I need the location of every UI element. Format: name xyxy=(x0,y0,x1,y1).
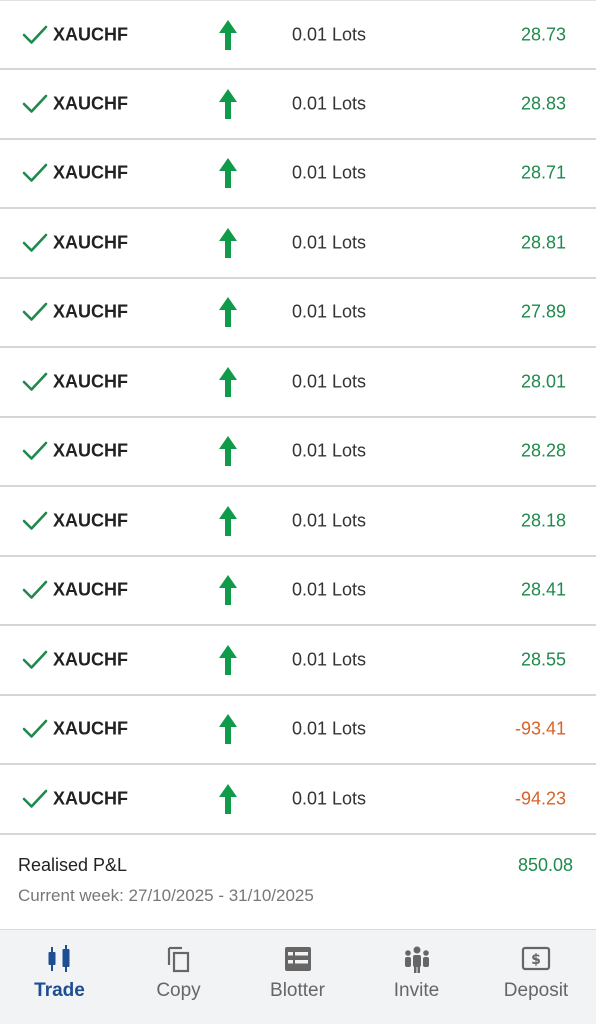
deposit-icon: $ xyxy=(521,946,551,971)
position-pnl: 28.18 xyxy=(520,510,566,531)
position-lots: 0.01 Lots xyxy=(292,162,367,183)
position-row[interactable]: XAUCHF 0.01 Lots -93.41 xyxy=(0,695,596,765)
arrow-up-icon xyxy=(219,644,237,675)
arrow-up-icon xyxy=(219,158,237,189)
position-row[interactable]: XAUCHF 0.01 Lots 28.73 xyxy=(0,0,596,70)
nav-label: Trade xyxy=(34,980,85,1001)
position-symbol: XAUCHF xyxy=(53,440,128,461)
position-pnl: -94.23 xyxy=(514,788,566,809)
position-row[interactable]: XAUCHF 0.01 Lots 28.41 xyxy=(0,556,596,626)
position-pnl: 28.71 xyxy=(520,162,566,183)
arrow-up-icon xyxy=(219,783,237,814)
check-icon xyxy=(22,94,48,113)
current-week-range: Current week: 27/10/2025 - 31/10/2025 xyxy=(18,886,314,905)
candlestick-icon xyxy=(48,945,69,972)
position-row[interactable]: XAUCHF 0.01 Lots 28.28 xyxy=(0,417,596,487)
check-icon xyxy=(22,233,48,252)
position-lots: 0.01 Lots xyxy=(292,649,367,670)
arrow-up-icon xyxy=(219,19,237,50)
check-icon xyxy=(22,580,48,600)
position-symbol: XAUCHF xyxy=(53,510,128,531)
position-pnl: 27.89 xyxy=(520,301,566,322)
arrow-up-icon xyxy=(219,88,237,119)
position-row[interactable]: XAUCHF 0.01 Lots 27.89 xyxy=(0,278,596,348)
arrow-up-icon xyxy=(219,505,237,536)
position-symbol: XAUCHF xyxy=(53,301,128,322)
check-icon xyxy=(22,650,48,669)
position-pnl: 28.28 xyxy=(520,440,566,461)
nav-label: Copy xyxy=(156,980,201,1001)
bottom-navigation-bar: Trade Copy Blotter Invite $ Deposit xyxy=(0,929,596,1024)
position-row[interactable]: XAUCHF 0.01 Lots 28.81 xyxy=(0,209,596,279)
position-symbol: XAUCHF xyxy=(53,162,128,183)
arrow-up-icon xyxy=(219,714,237,745)
position-lots: 0.01 Lots xyxy=(292,93,367,114)
check-icon xyxy=(22,719,48,739)
position-lots: 0.01 Lots xyxy=(292,440,367,461)
nav-blotter[interactable]: Blotter xyxy=(238,930,357,1025)
position-lots: 0.01 Lots xyxy=(292,24,367,44)
position-row[interactable]: XAUCHF 0.01 Lots 28.71 xyxy=(0,139,596,209)
check-icon xyxy=(22,302,48,322)
copy-icon xyxy=(167,946,189,973)
position-symbol: XAUCHF xyxy=(53,232,128,253)
check-icon xyxy=(22,511,48,530)
position-row[interactable]: XAUCHF 0.01 Lots 28.01 xyxy=(0,348,596,418)
arrow-up-icon xyxy=(219,366,237,397)
position-pnl: 28.73 xyxy=(520,24,566,44)
nav-label: Invite xyxy=(393,980,440,1001)
nav-deposit[interactable]: $ Deposit xyxy=(476,930,596,1025)
arrow-up-icon xyxy=(219,436,237,467)
position-symbol: XAUCHF xyxy=(53,788,128,809)
position-lots: 0.01 Lots xyxy=(292,301,367,322)
position-lots: 0.01 Lots xyxy=(292,718,367,739)
position-symbol: XAUCHF xyxy=(53,371,128,392)
check-icon xyxy=(22,789,48,808)
position-symbol: XAUCHF xyxy=(53,718,128,739)
position-row[interactable]: XAUCHF 0.01 Lots 28.18 xyxy=(0,487,596,557)
nav-invite[interactable]: Invite xyxy=(357,930,476,1025)
nav-label: Deposit xyxy=(503,980,569,1001)
position-pnl: 28.83 xyxy=(520,93,566,114)
nav-trade[interactable]: Trade xyxy=(0,930,119,1025)
realised-pnl-label: Realised P&L xyxy=(18,855,128,875)
check-icon xyxy=(22,25,48,44)
position-symbol: XAUCHF xyxy=(53,649,128,670)
arrow-up-icon xyxy=(219,227,237,258)
check-icon xyxy=(22,441,48,461)
position-symbol: XAUCHF xyxy=(53,579,128,600)
position-pnl: -93.41 xyxy=(514,718,566,739)
position-symbol: XAUCHF xyxy=(53,93,128,114)
blotter-icon xyxy=(284,947,311,971)
people-icon xyxy=(404,946,429,973)
position-row[interactable]: XAUCHF 0.01 Lots 28.55 xyxy=(0,626,596,696)
position-row[interactable]: XAUCHF 0.01 Lots -94.23 xyxy=(0,765,596,835)
svg-text:$: $ xyxy=(531,952,541,968)
position-symbol: XAUCHF xyxy=(53,24,128,44)
position-lots: 0.01 Lots xyxy=(292,510,367,531)
position-lots: 0.01 Lots xyxy=(292,232,367,253)
arrow-up-icon xyxy=(219,575,237,606)
position-pnl: 28.41 xyxy=(520,579,566,600)
realised-pnl-summary: Realised P&L 850.08 Current week: 27/10/… xyxy=(0,835,596,928)
arrow-up-icon xyxy=(219,297,237,328)
realised-pnl-value: 850.08 xyxy=(517,855,573,875)
position-lots: 0.01 Lots xyxy=(292,579,367,600)
check-icon xyxy=(22,372,48,391)
nav-label: Blotter xyxy=(270,980,325,1001)
nav-copy[interactable]: Copy xyxy=(119,930,238,1025)
position-lots: 0.01 Lots xyxy=(292,371,367,392)
position-pnl: 28.81 xyxy=(520,232,566,253)
position-pnl: 28.55 xyxy=(520,649,566,670)
closed-positions-list: XAUCHF 0.01 Lots 28.73 XAUCHF 0.01 Lots … xyxy=(0,0,596,835)
position-row[interactable]: XAUCHF 0.01 Lots 28.83 xyxy=(0,70,596,140)
position-pnl: 28.01 xyxy=(520,371,566,392)
check-icon xyxy=(22,163,48,183)
position-lots: 0.01 Lots xyxy=(292,788,367,809)
